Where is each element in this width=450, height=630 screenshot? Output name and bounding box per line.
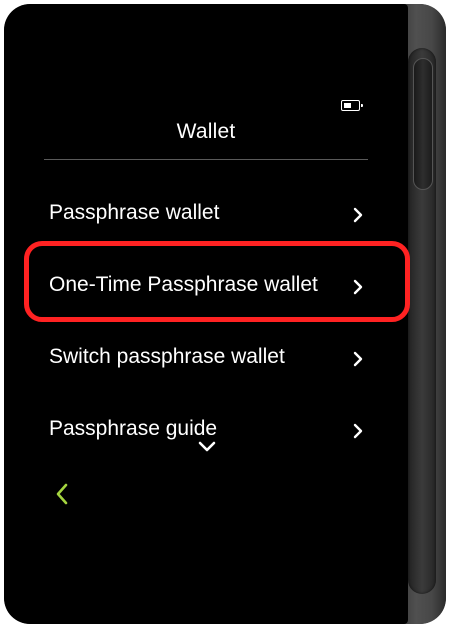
menu-item-label: Passphrase guide	[49, 417, 218, 440]
back-arrow-icon[interactable]	[50, 482, 74, 506]
menu-item-passphrase-wallet[interactable]: Passphrase wallet	[4, 187, 408, 243]
battery-icon	[341, 100, 363, 111]
page-title: Wallet	[176, 120, 236, 143]
side-button[interactable]	[413, 58, 433, 190]
battery-level	[343, 102, 352, 108]
menu-item-one-time-passphrase-wallet[interactable]: One-Time Passphrase wallet	[4, 259, 408, 315]
device-screen: Wallet Passphrase wallet One-Time Passph…	[4, 4, 408, 624]
menu-item-label: Passphrase wallet	[49, 201, 220, 224]
chevron-right-icon	[353, 207, 363, 223]
menu-item-label: One-Time Passphrase wallet	[49, 273, 318, 296]
menu-item-switch-passphrase-wallet[interactable]: Switch passphrase wallet	[4, 331, 408, 387]
chevron-right-icon	[353, 423, 363, 439]
chevron-right-icon	[353, 279, 363, 295]
menu-item-label: Switch passphrase wallet	[49, 345, 285, 368]
hardware-wallet-device: Wallet Passphrase wallet One-Time Passph…	[4, 4, 446, 624]
chevron-down-icon[interactable]	[197, 440, 217, 454]
title-divider	[44, 159, 368, 160]
chevron-right-icon	[353, 351, 363, 367]
